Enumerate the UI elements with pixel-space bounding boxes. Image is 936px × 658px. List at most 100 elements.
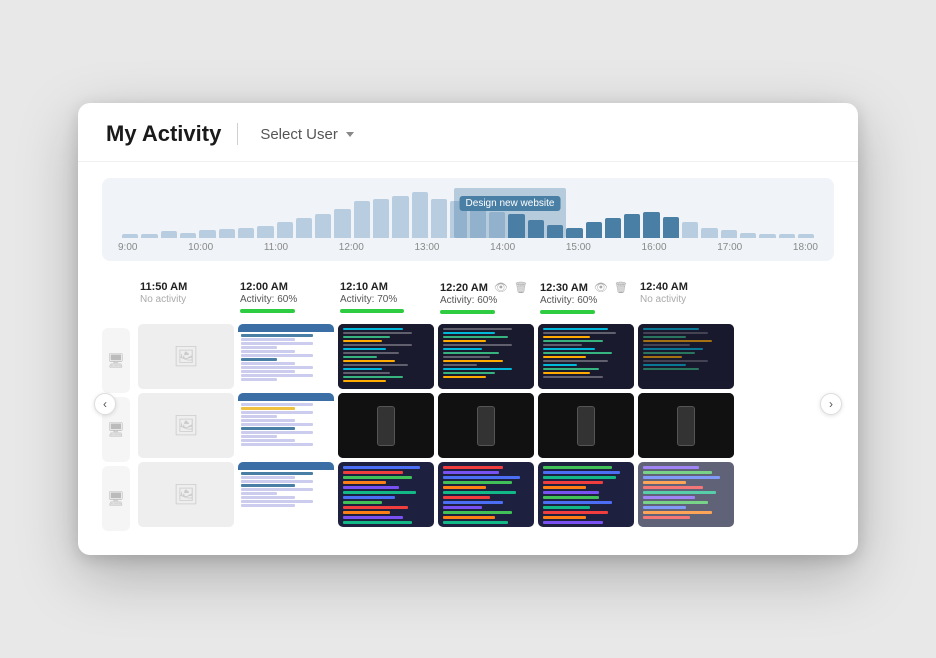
slot-activity-5: No activity <box>640 294 732 305</box>
screenshot-grid: 🖥 🖥 🖥 🖼 🖼 🖼 <box>102 324 834 531</box>
screenshot-3-0[interactable] <box>438 324 534 389</box>
screenshot-0-1[interactable]: 🖼 <box>138 393 234 458</box>
slot-header-1: 12:00 AM Activity: 60% <box>238 277 334 318</box>
mobile-mock-4-1 <box>577 406 595 446</box>
timeline-bar-4 <box>199 230 215 238</box>
screenshot-5-1[interactable] <box>638 393 734 458</box>
slot-activity-1: Activity: 60% <box>240 294 332 305</box>
screenshot-5-2[interactable] <box>638 462 734 527</box>
timeline-bar-33 <box>759 234 775 238</box>
mobile-mock-5-1 <box>677 406 695 446</box>
activity-bar-2 <box>340 309 404 313</box>
slot-time-4: 12:30 AM <box>540 282 588 294</box>
content-area: Design new website 9:0010:0011:0012:0013… <box>78 162 858 555</box>
slot-activity-3: Activity: 60% <box>440 295 532 306</box>
trash-icon-4[interactable]: 🗑 <box>614 281 628 294</box>
screenshot-2-0[interactable] <box>338 324 434 389</box>
tick-label-1: 10:00 <box>188 242 213 253</box>
placeholder-icon-0-0: 🖼 <box>173 344 198 369</box>
page-title: My Activity <box>106 121 221 147</box>
timeline-bar-27 <box>643 212 659 238</box>
eye-icon-3[interactable]: 👁 <box>494 281 508 294</box>
screenshot-4-1[interactable] <box>538 393 634 458</box>
screenshot-0-2[interactable]: 🖼 <box>138 462 234 527</box>
tick-label-6: 15:00 <box>566 242 591 253</box>
timeline-bar-10 <box>315 214 331 238</box>
activity-bar-1 <box>240 309 295 313</box>
slot-time-2: 12:10 AM <box>340 281 432 293</box>
eye-icon-4[interactable]: 👁 <box>594 281 608 294</box>
screenshot-5-0[interactable] <box>638 324 734 389</box>
header-divider <box>237 123 238 145</box>
slot-header-5: 12:40 AM No activity <box>638 277 734 318</box>
timeline-bar-15 <box>412 192 428 238</box>
timeline-bar-30 <box>701 228 717 239</box>
col-3-screenshots <box>438 324 534 531</box>
slot-activity-0: No activity <box>140 294 232 305</box>
screenshot-1-1[interactable] <box>238 393 334 458</box>
screenshot-3-1[interactable] <box>438 393 534 458</box>
slot-header-2: 12:10 AM Activity: 70% <box>338 277 434 318</box>
timeline-bar-14 <box>392 196 408 238</box>
trash-icon-3[interactable]: 🗑 <box>514 281 528 294</box>
slot-time-0: 11:50 AM <box>140 281 232 293</box>
timeline-bar-9 <box>296 218 312 238</box>
screenshot-1-0[interactable] <box>238 324 334 389</box>
next-nav[interactable]: › <box>820 277 842 531</box>
tick-label-4: 13:00 <box>414 242 439 253</box>
slot-activity-4: Activity: 60% <box>540 295 632 306</box>
prev-button[interactable]: ‹ <box>94 393 116 415</box>
screenshot-3-2[interactable] <box>438 462 534 527</box>
select-user-label: Select User <box>260 126 338 143</box>
slot-header-3: 12:20 AM 👁 🗑 Activity: 60% <box>438 277 534 318</box>
timeline-bar-32 <box>740 233 756 238</box>
screenshot-1-2[interactable] <box>238 462 334 527</box>
timeline-bar-16 <box>431 199 447 238</box>
timeline-bar-29 <box>682 222 698 238</box>
screenshot-0-0[interactable]: 🖼 <box>138 324 234 389</box>
col-2-screenshots <box>338 324 434 531</box>
col-5-screenshots <box>638 324 734 531</box>
slot-header-4: 12:30 AM 👁 🗑 Activity: 60% <box>538 277 634 318</box>
tick-label-8: 17:00 <box>717 242 742 253</box>
mobile-mock-2-1 <box>377 406 395 446</box>
screenshot-4-2[interactable] <box>538 462 634 527</box>
screenshot-2-1[interactable] <box>338 393 434 458</box>
prev-nav[interactable]: ‹ <box>94 277 116 531</box>
timeline-bar-8 <box>277 222 293 238</box>
tick-label-9: 18:00 <box>793 242 818 253</box>
timeline-bar-0 <box>122 234 138 238</box>
timeline-bar-23 <box>566 228 582 239</box>
next-button[interactable]: › <box>820 393 842 415</box>
slots-header: 11:50 AM No activity 12:00 AM Activity: … <box>102 277 834 318</box>
screenshot-2-2[interactable] <box>338 462 434 527</box>
slot-time-3: 12:20 AM <box>440 282 488 294</box>
screenshot-4-0[interactable] <box>538 324 634 389</box>
timeline-container: Design new website 9:0010:0011:0012:0013… <box>102 178 834 261</box>
timeline-bar-31 <box>721 230 737 238</box>
timeline-bar-1 <box>141 234 157 238</box>
tick-label-2: 11:00 <box>264 242 288 253</box>
timeline-bar-5 <box>219 229 235 238</box>
header: My Activity Select User <box>78 103 858 162</box>
placeholder-icon-0-1: 🖼 <box>173 413 198 438</box>
timeline-bar-11 <box>334 209 350 238</box>
timeline-bar-34 <box>779 234 795 238</box>
col-0-screenshots: 🖼 🖼 🖼 <box>138 324 234 531</box>
timeline-bar-25 <box>605 218 621 238</box>
activity-bar-4 <box>540 310 595 314</box>
tick-label-3: 12:00 <box>339 242 364 253</box>
main-window: My Activity Select User Design new websi… <box>78 103 858 555</box>
timeline-bar-26 <box>624 214 640 238</box>
timeline-bar-35 <box>798 234 814 238</box>
timeline-bar-24 <box>586 222 602 238</box>
timeline-bar-7 <box>257 226 273 238</box>
timeline-bars: Design new website <box>118 188 818 238</box>
timeline-highlight-label: Design new website <box>460 196 561 211</box>
timeline-bar-12 <box>354 201 370 238</box>
tick-label-7: 16:00 <box>642 242 667 253</box>
placeholder-icon-0-2: 🖼 <box>173 482 198 507</box>
chevron-down-icon <box>346 132 354 137</box>
select-user-button[interactable]: Select User <box>254 122 360 147</box>
col-4-screenshots <box>538 324 634 531</box>
